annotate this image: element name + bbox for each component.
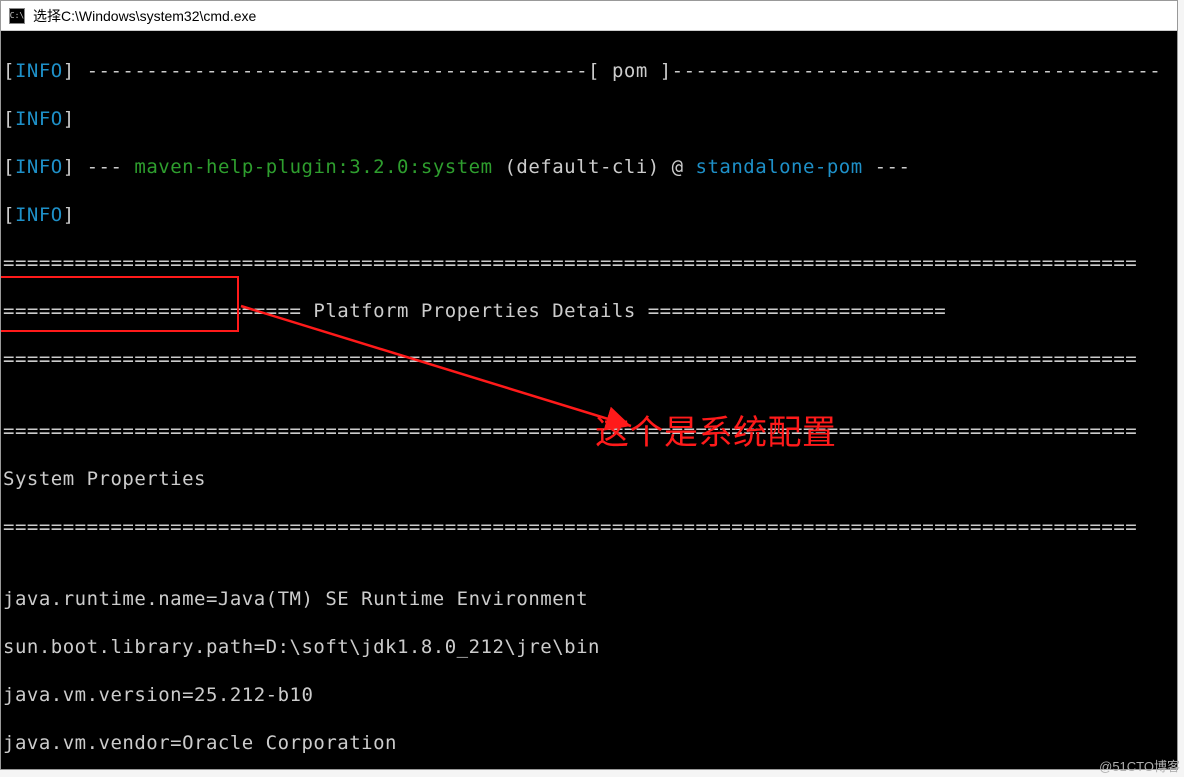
console-output[interactable]: [INFO] ---------------------------------… xyxy=(1,31,1177,769)
log-level-info: INFO xyxy=(15,60,63,82)
divider-line: ========================================… xyxy=(3,251,1175,275)
artifact-id: standalone-pom xyxy=(696,156,863,178)
dashes: --- xyxy=(75,156,123,178)
property-line: java.vm.version=25.212-b10 xyxy=(3,683,1175,707)
bracket: ] xyxy=(63,108,75,130)
bracket: ] xyxy=(63,60,75,82)
dashes: --- xyxy=(863,156,911,178)
property-line: java.vm.vendor=Oracle Corporation xyxy=(3,731,1175,755)
bracket: [ xyxy=(3,60,15,82)
platform-properties-heading: Platform Properties Details xyxy=(313,300,635,322)
dashes: ----------------------------------------… xyxy=(75,60,612,82)
window-title: 选择C:\Windows\system32\cmd.exe xyxy=(33,6,256,26)
dashes: ]---------------------------------------… xyxy=(648,60,1161,82)
bracket: [ xyxy=(3,204,15,226)
divider-line: ========================================… xyxy=(3,419,1175,443)
default-cli: (default-cli) @ xyxy=(493,156,696,178)
pom-label: pom xyxy=(612,60,648,82)
bracket: [ xyxy=(3,156,15,178)
property-line: java.runtime.name=Java(TM) SE Runtime En… xyxy=(3,587,1175,611)
cmd-window: C:\ 选择C:\Windows\system32\cmd.exe [INFO]… xyxy=(0,0,1178,770)
divider-line: ========================= xyxy=(636,300,946,322)
divider-line: ========================================… xyxy=(3,515,1175,539)
cmd-icon: C:\ xyxy=(9,8,25,24)
titlebar[interactable]: C:\ 选择C:\Windows\system32\cmd.exe xyxy=(1,1,1177,31)
property-line: sun.boot.library.path=D:\soft\jdk1.8.0_2… xyxy=(3,635,1175,659)
divider-line: ========================================… xyxy=(3,347,1175,371)
log-level-info: INFO xyxy=(15,108,63,130)
bracket: ] xyxy=(63,156,75,178)
system-properties-heading: System Properties xyxy=(3,467,1175,491)
log-level-info: INFO xyxy=(15,204,63,226)
maven-plugin: maven-help-plugin:3.2.0:system xyxy=(122,156,492,178)
divider-line: ========================= xyxy=(3,300,313,322)
watermark: @51CTO博客 xyxy=(1099,756,1180,775)
bracket: ] xyxy=(63,204,75,226)
bracket: [ xyxy=(3,108,15,130)
log-level-info: INFO xyxy=(15,156,63,178)
